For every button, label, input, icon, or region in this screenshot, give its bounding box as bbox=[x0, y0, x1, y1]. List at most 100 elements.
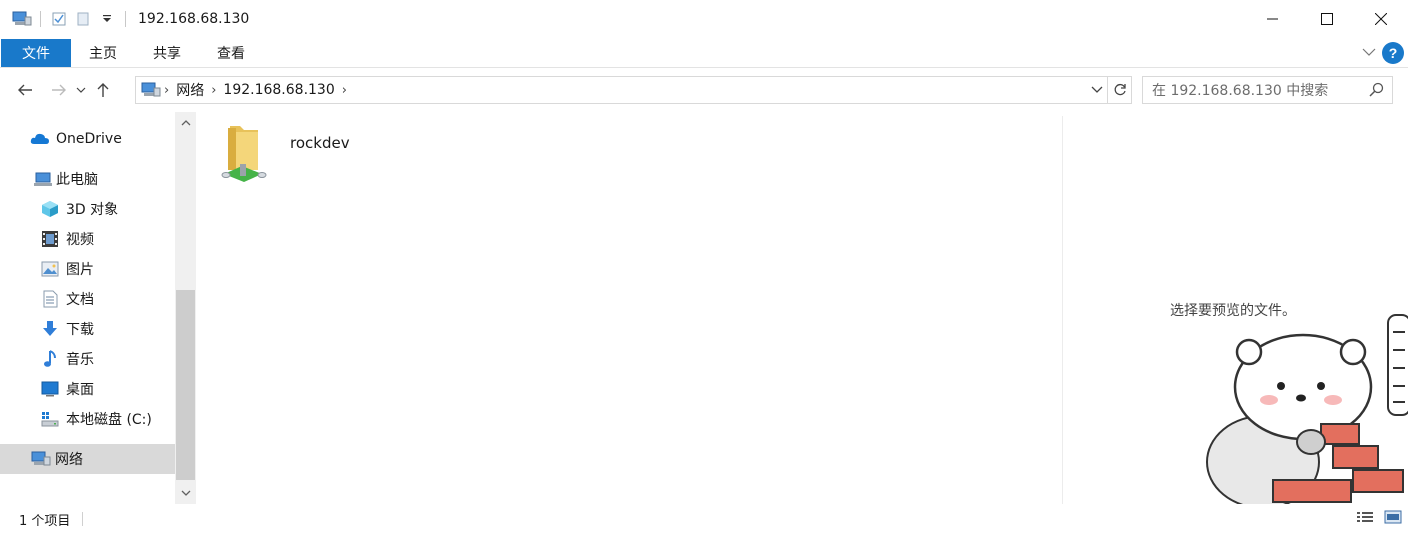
forward-button[interactable] bbox=[45, 76, 73, 104]
ribbon: 文件 主页 共享 查看 ? bbox=[0, 38, 1408, 68]
item-count: 1 个项目 bbox=[19, 513, 71, 529]
address-dropdown-button[interactable] bbox=[1091, 81, 1103, 103]
sticker-bear-image bbox=[1206, 314, 1408, 504]
large-icons-view-icon bbox=[1384, 510, 1402, 524]
sidebar-item-label: 视频 bbox=[66, 232, 94, 248]
breadcrumb-host[interactable]: 192.168.68.130 bbox=[219, 82, 338, 98]
breadcrumb-network[interactable]: 网络 bbox=[172, 80, 208, 100]
network-icon[interactable] bbox=[10, 7, 34, 31]
maximize-icon bbox=[1321, 13, 1333, 25]
sidebar-item-label: 文档 bbox=[66, 292, 94, 308]
help-icon[interactable]: ? bbox=[1382, 42, 1404, 64]
sidebar-item-local-disk[interactable]: 本地磁盘 (C:) bbox=[0, 404, 175, 434]
title-bar: 192.168.68.130 bbox=[0, 0, 1408, 38]
chevron-down-icon bbox=[1091, 86, 1103, 93]
sidebar-item-onedrive[interactable]: OneDrive bbox=[0, 124, 175, 154]
video-icon bbox=[40, 229, 60, 249]
desktop-icon bbox=[40, 379, 60, 399]
details-view-icon bbox=[1357, 512, 1373, 522]
sidebar-item-label: 图片 bbox=[66, 262, 94, 278]
address-bar[interactable]: › 网络 › 192.168.68.130 › bbox=[135, 76, 1108, 104]
view-switcher bbox=[1356, 510, 1402, 528]
new-folder-icon[interactable] bbox=[71, 7, 95, 31]
chevron-down-icon bbox=[1362, 48, 1376, 56]
status-separator bbox=[82, 512, 84, 526]
nav-scrollbar[interactable] bbox=[175, 112, 196, 504]
scroll-thumb[interactable] bbox=[176, 290, 195, 480]
quick-access-toolbar bbox=[0, 0, 132, 38]
list-item[interactable]: rockdev bbox=[218, 122, 398, 188]
qat-separator bbox=[125, 11, 126, 27]
sidebar-item-videos[interactable]: 视频 bbox=[0, 224, 175, 254]
navigation-bar: › 网络 › 192.168.68.130 › 在 192.168.68.130… bbox=[0, 68, 1408, 112]
sidebar-item-label: 桌面 bbox=[66, 382, 94, 398]
ribbon-right: ? bbox=[1362, 38, 1404, 68]
download-icon bbox=[40, 319, 60, 339]
close-icon bbox=[1375, 13, 1387, 25]
customize-qat-icon[interactable] bbox=[95, 7, 119, 31]
back-arrow-icon bbox=[18, 84, 32, 96]
computer-icon bbox=[33, 169, 53, 189]
sidebar-item-music[interactable]: 音乐 bbox=[0, 344, 175, 374]
sidebar-item-label: 网络 bbox=[55, 452, 83, 468]
minimize-icon bbox=[1267, 18, 1278, 20]
network-icon bbox=[31, 449, 51, 469]
up-button[interactable] bbox=[89, 76, 117, 104]
sidebar-item-label: 3D 对象 bbox=[66, 202, 119, 218]
recent-locations-button[interactable] bbox=[73, 76, 89, 104]
music-icon bbox=[40, 349, 60, 369]
tab-file[interactable]: 文件 bbox=[1, 39, 71, 67]
properties-icon[interactable] bbox=[47, 7, 71, 31]
sidebar-item-label: 下载 bbox=[66, 322, 94, 338]
scroll-down-button[interactable] bbox=[175, 484, 196, 502]
sidebar-item-desktop[interactable]: 桌面 bbox=[0, 374, 175, 404]
tab-home[interactable]: 主页 bbox=[71, 39, 135, 67]
window-controls bbox=[1246, 0, 1408, 38]
sidebar-item-documents[interactable]: 文档 bbox=[0, 284, 175, 314]
search-icon bbox=[1368, 82, 1384, 102]
maximize-button[interactable] bbox=[1300, 0, 1354, 38]
3d-objects-icon bbox=[40, 199, 60, 219]
back-button[interactable] bbox=[11, 76, 39, 104]
sidebar-item-label: 本地磁盘 (C:) bbox=[66, 412, 152, 428]
sidebar-item-downloads[interactable]: 下载 bbox=[0, 314, 175, 344]
breadcrumb-separator-icon[interactable]: › bbox=[208, 83, 219, 98]
chevron-down-icon bbox=[76, 87, 86, 93]
documents-icon bbox=[40, 289, 60, 309]
forward-arrow-icon bbox=[52, 84, 66, 96]
network-icon bbox=[141, 82, 161, 98]
item-name: rockdev bbox=[290, 134, 350, 152]
navigation-pane: OneDrive 此电脑 3D 对象 视频 图片 文档 下载 音乐 桌面 本地磁… bbox=[0, 112, 196, 504]
onedrive-icon bbox=[30, 129, 50, 149]
chevron-up-icon bbox=[181, 120, 190, 126]
window-title: 192.168.68.130 bbox=[138, 11, 250, 27]
status-bar: 1 个项目 bbox=[0, 504, 1408, 534]
sidebar-item-label: OneDrive bbox=[56, 131, 122, 147]
search-placeholder: 在 192.168.68.130 中搜索 bbox=[1152, 83, 1329, 99]
tab-share[interactable]: 共享 bbox=[135, 39, 199, 67]
sidebar-item-pictures[interactable]: 图片 bbox=[0, 254, 175, 284]
details-view-button[interactable] bbox=[1356, 510, 1374, 528]
breadcrumb-separator-icon[interactable]: › bbox=[161, 83, 172, 98]
sidebar-item-network[interactable]: 网络 bbox=[0, 444, 175, 474]
sidebar-item-3d-objects[interactable]: 3D 对象 bbox=[0, 194, 175, 224]
network-share-folder-icon bbox=[218, 122, 276, 186]
search-input[interactable]: 在 192.168.68.130 中搜索 bbox=[1142, 76, 1393, 104]
sidebar-item-label: 此电脑 bbox=[56, 172, 98, 188]
sidebar-item-label: 音乐 bbox=[66, 352, 94, 368]
breadcrumb-separator-icon[interactable]: › bbox=[339, 83, 350, 98]
minimize-button[interactable] bbox=[1246, 0, 1300, 38]
expand-ribbon-button[interactable] bbox=[1362, 45, 1376, 61]
file-list: rockdev bbox=[196, 112, 1062, 504]
up-arrow-icon bbox=[97, 83, 109, 97]
close-button[interactable] bbox=[1354, 0, 1408, 38]
drive-icon bbox=[40, 409, 60, 429]
chevron-down-icon bbox=[181, 490, 190, 496]
large-icons-view-button[interactable] bbox=[1384, 510, 1402, 528]
sidebar-item-this-pc[interactable]: 此电脑 bbox=[0, 164, 175, 194]
tab-view[interactable]: 查看 bbox=[199, 39, 263, 67]
scroll-up-button[interactable] bbox=[175, 114, 196, 132]
pictures-icon bbox=[40, 259, 60, 279]
refresh-button[interactable] bbox=[1108, 76, 1132, 104]
refresh-icon bbox=[1114, 83, 1126, 96]
